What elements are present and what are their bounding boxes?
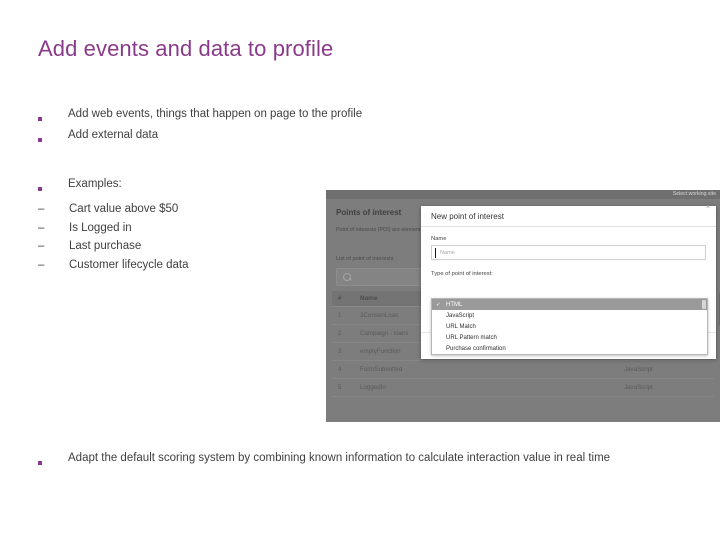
bullet-text: Add external data xyxy=(68,129,159,141)
sublist-text: Customer lifecycle data xyxy=(69,258,189,271)
search-icon xyxy=(343,273,351,281)
list-item: Add web events, things that happen on pa… xyxy=(38,106,678,127)
column-header-num: # xyxy=(338,295,342,302)
new-poi-modal: New point of interest × Name Name Type o… xyxy=(421,204,720,359)
select-option-purchase-confirmation[interactable]: Purchase confirmation xyxy=(432,343,707,354)
sublist-text: Is Logged in xyxy=(69,221,132,234)
dash-marker-icon: – xyxy=(38,258,45,271)
bullet-list-lower: Adapt the default scoring system by comb… xyxy=(38,450,678,471)
cell-name: LoggedIn xyxy=(360,384,386,391)
select-option-label: URL Pattern match xyxy=(446,334,497,341)
close-icon[interactable]: × xyxy=(706,204,710,211)
dash-marker-icon: – xyxy=(38,240,45,252)
modal-body: Name Name Type of point of interest: ✓ H… xyxy=(421,227,716,355)
modal-header: New point of interest × xyxy=(421,204,716,227)
bullet-marker-icon xyxy=(38,176,68,197)
select-option-label: URL Match xyxy=(446,323,476,330)
list-item: Add external data xyxy=(38,127,678,148)
select-option-label: Purchase confirmation xyxy=(446,345,506,352)
sublist-text: Cart value above $50 xyxy=(69,203,179,215)
cell-type: JavaScript xyxy=(624,384,653,391)
dash-marker-icon: – xyxy=(38,221,45,234)
list-item: Adapt the default scoring system by comb… xyxy=(38,450,678,471)
table-row[interactable]: 5 LoggedIn JavaScript xyxy=(332,379,714,397)
sublist-text: Last purchase xyxy=(69,240,142,252)
page-title: Add events and data to profile xyxy=(38,36,334,61)
bullet-marker-icon xyxy=(38,450,68,471)
cell-type: JavaScript xyxy=(624,366,653,373)
name-field-label: Name xyxy=(431,236,447,242)
table-row[interactable]: 4 FormSubmitted JavaScript xyxy=(332,361,714,379)
dash-marker-icon: – xyxy=(38,203,45,215)
bullet-text: Add web events, things that happen on pa… xyxy=(68,108,363,120)
select-option-url-match[interactable]: URL Match xyxy=(432,321,707,332)
dropdown-scrollbar[interactable] xyxy=(702,300,706,309)
cell-num: 2 xyxy=(338,330,342,337)
text-caret xyxy=(435,247,436,258)
bullet-marker-icon xyxy=(38,127,68,148)
select-option-label: HTML xyxy=(446,301,463,308)
poi-list-label: List of point of interests xyxy=(336,256,394,262)
cell-num: 4 xyxy=(338,366,342,373)
poi-page-title: Points of interest xyxy=(336,208,402,217)
modal-title: New point of interest xyxy=(431,211,504,221)
select-option-html[interactable]: ✓ HTML xyxy=(432,299,707,310)
select-option-javascript[interactable]: JavaScript xyxy=(432,310,707,321)
app-content-area: Points of interest Point of interests (P… xyxy=(326,199,720,422)
name-field[interactable]: Name xyxy=(431,245,706,260)
embedded-app-screenshot: Select working site Points of interest P… xyxy=(326,190,720,422)
cell-name: FormSubmitted xyxy=(360,366,403,373)
type-field-label: Type of point of interest: xyxy=(431,271,493,277)
select-option-label: JavaScript xyxy=(446,312,475,319)
cell-num: 1 xyxy=(338,312,342,319)
type-select-dropdown[interactable]: ✓ HTML JavaScript URL Match URL Pattern … xyxy=(431,298,708,355)
bullet-marker-icon xyxy=(38,106,68,127)
site-selector-label[interactable]: Select working site xyxy=(673,191,716,197)
select-option-url-pattern-match[interactable]: URL Pattern match xyxy=(432,332,707,343)
cell-num: 3 xyxy=(338,348,342,355)
cell-num: 5 xyxy=(338,384,342,391)
check-icon: ✓ xyxy=(436,301,441,308)
app-top-bar: Select working site xyxy=(326,190,720,199)
bullet-text: Adapt the default scoring system by comb… xyxy=(68,452,611,464)
